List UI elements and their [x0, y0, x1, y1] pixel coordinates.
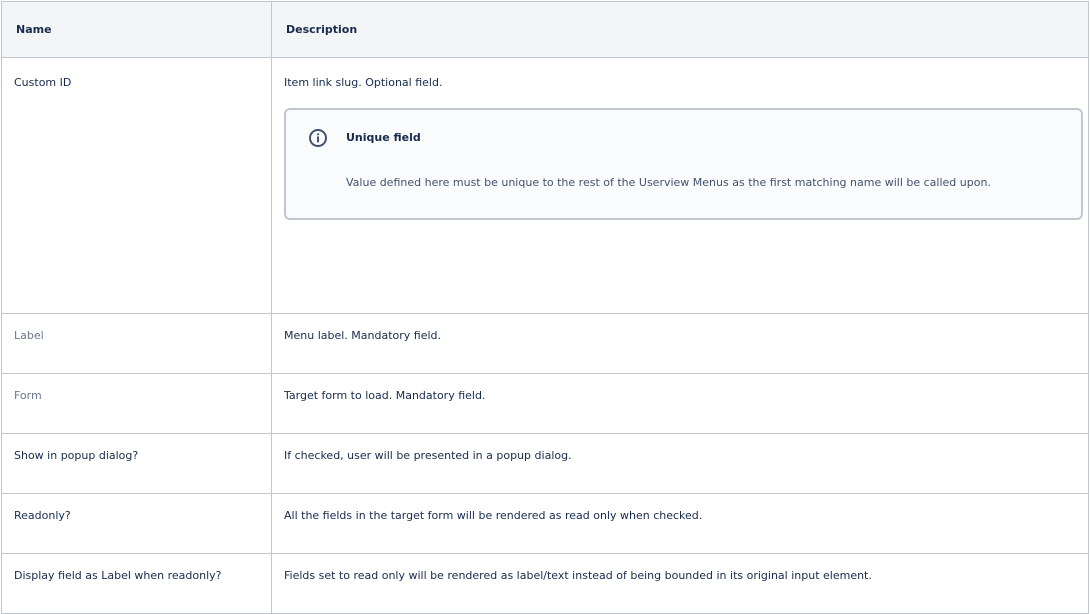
table-row: Show in popup dialog? If checked, user w… [1, 433, 1089, 494]
info-panel-title: Unique field [346, 131, 421, 144]
table-header-row: Name Description [1, 1, 1089, 58]
row-name: Label [1, 313, 272, 374]
row-description: Item link slug. Optional field. [284, 76, 443, 89]
row-description: Menu label. Mandatory field. [271, 313, 1089, 374]
table-row: Form Target form to load. Mandatory fiel… [1, 373, 1089, 434]
row-description: All the fields in the target form will b… [271, 493, 1089, 554]
table-row: Custom ID Item link slug. Optional field… [1, 57, 1089, 314]
properties-table: Name Description Custom ID Item link slu… [1, 1, 1089, 614]
row-name: Show in popup dialog? [1, 433, 272, 494]
row-description: If checked, user will be presented in a … [271, 433, 1089, 494]
row-name: Form [1, 373, 272, 434]
row-description: Target form to load. Mandatory field. [271, 373, 1089, 434]
row-description-cell: Item link slug. Optional field. Unique f… [271, 57, 1089, 314]
properties-table-container: Name Description Custom ID Item link slu… [1, 1, 1089, 614]
header-description: Description [271, 1, 1089, 58]
table-row: Display field as Label when readonly? Fi… [1, 553, 1089, 614]
header-name: Name [1, 1, 272, 58]
table-row: Readonly? All the fields in the target f… [1, 493, 1089, 554]
info-icon [309, 129, 327, 147]
table-row: Label Menu label. Mandatory field. [1, 313, 1089, 374]
info-panel: Unique field Value defined here must be … [284, 108, 1083, 220]
info-panel-body: Value defined here must be unique to the… [346, 176, 991, 189]
row-description: Fields set to read only will be rendered… [271, 553, 1089, 614]
row-name: Custom ID [1, 57, 272, 314]
row-name: Display field as Label when readonly? [1, 553, 272, 614]
row-name: Readonly? [1, 493, 272, 554]
